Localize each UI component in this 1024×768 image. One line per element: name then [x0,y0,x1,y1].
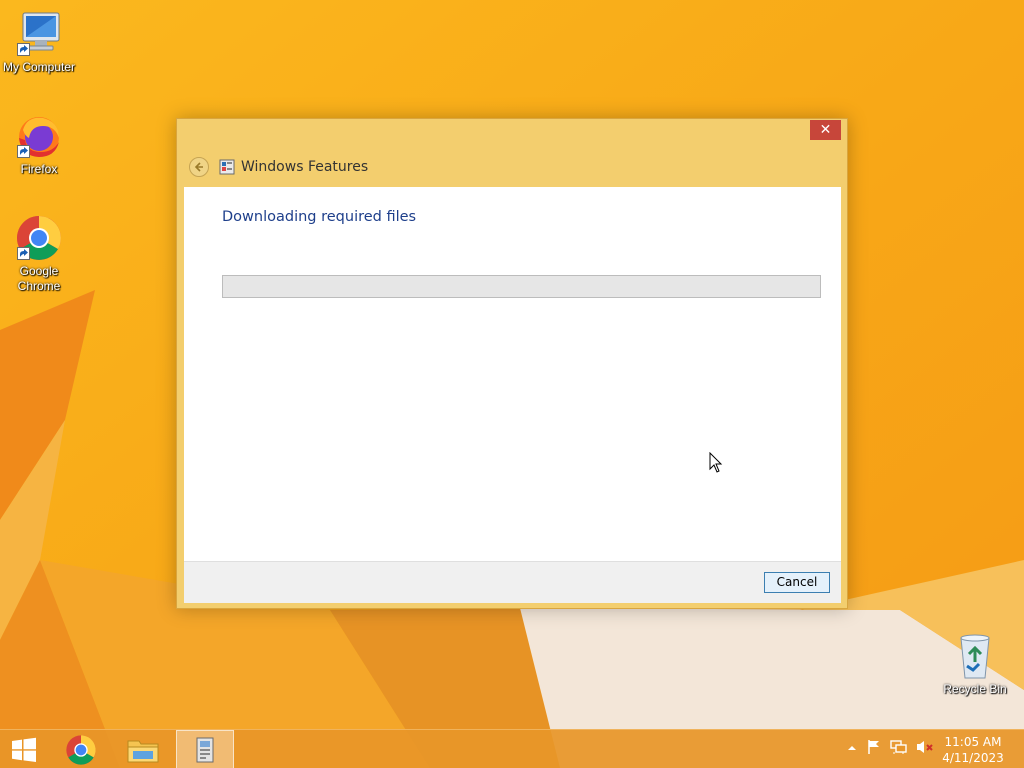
desktop-icon-label: Google Chrome [17,264,61,293]
shortcut-arrow-icon [17,43,30,56]
chrome-icon [66,734,96,765]
dialog-content: Downloading required files [184,187,841,561]
cancel-button[interactable]: Cancel [764,572,830,593]
desktop-icon-google-chrome[interactable]: Google Chrome [0,214,79,294]
desktop-icon-my-computer[interactable]: My Computer [0,10,79,75]
progress-bar [222,275,821,298]
back-button[interactable] [189,157,209,177]
back-arrow-icon [194,162,203,172]
windows-features-icon [196,737,214,762]
shortcut-arrow-icon [17,145,30,158]
clock-time: 11:05 AM [944,735,1002,749]
windows-logo-icon [12,737,36,762]
chrome-icon [15,214,63,262]
firefox-icon [15,112,63,160]
dialog-titlebar: Windows Features [177,149,847,185]
taskbar: 11:05 AM 4/11/2023 [0,729,1024,768]
start-button[interactable] [0,730,48,768]
dialog-footer: Cancel [184,561,841,603]
close-button[interactable]: ✕ [810,120,841,140]
desktop-icon-firefox[interactable]: Firefox [0,112,79,177]
action-center-flag-icon[interactable] [866,739,882,760]
network-icon[interactable] [890,739,908,760]
dialog-title: Windows Features [241,159,369,175]
shortcut-arrow-icon [17,247,30,260]
taskbar-app-file-explorer[interactable] [114,730,172,768]
desktop-icon-recycle-bin[interactable]: Recycle Bin [935,632,1015,697]
show-hidden-icons-icon[interactable] [846,741,858,759]
status-heading: Downloading required files [222,209,417,225]
clock-date: 4/11/2023 [942,751,1004,765]
computer-icon [15,10,63,58]
folder-icon [127,740,159,762]
desktop-icon-label: My Computer [2,60,76,74]
recycle-bin-icon [951,632,999,680]
taskbar-app-chrome[interactable] [52,730,110,768]
desktop-icon-label: Firefox [20,162,58,176]
volume-muted-icon[interactable] [916,739,934,760]
taskbar-clock[interactable]: 11:05 AM 4/11/2023 [938,734,1008,766]
taskbar-app-windows-features[interactable] [176,730,234,768]
windows-features-icon [219,159,235,175]
desktop-icon-label: Recycle Bin [943,682,1007,696]
mouse-cursor-icon [709,452,723,473]
system-tray [846,730,934,768]
windows-features-dialog: ✕ Windows Features Downloading required … [176,118,848,609]
